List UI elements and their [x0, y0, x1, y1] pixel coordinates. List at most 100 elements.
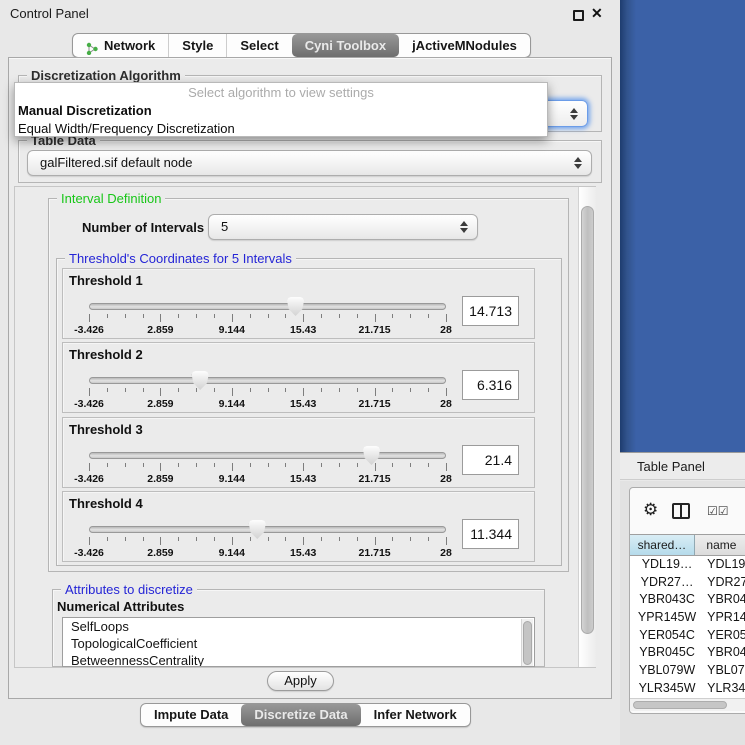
slider-tick	[392, 537, 393, 541]
column-header-shared-name[interactable]: shared…	[630, 535, 695, 555]
table-row[interactable]: YBR043CYBR043C	[630, 591, 745, 609]
slider-tick-label: 15.43	[290, 547, 316, 559]
tab-infer-network[interactable]: Infer Network	[361, 704, 470, 726]
split-columns-icon[interactable]	[672, 503, 690, 519]
slider-tick-label: 2.859	[147, 473, 173, 485]
table-cell[interactable]: YBL079W	[704, 662, 745, 680]
slider-tick	[196, 537, 197, 541]
tab-network[interactable]: Network	[73, 34, 168, 57]
threshold-panel: Threshold 3 -3.4262.8599.14415.4321.7152…	[62, 417, 535, 488]
table-rows: YDL19…YDL19YDR27…YDR27YBR043CYBR043CYPR1…	[630, 556, 745, 698]
table-row[interactable]: YBL079WYBL079W	[630, 662, 745, 680]
table-cell[interactable]: YLR345W	[630, 680, 704, 698]
threshold-value-field[interactable]: 21.4	[462, 445, 519, 475]
table-cell[interactable]: YDL19	[704, 556, 745, 574]
slider-tick	[285, 388, 286, 392]
slider-tick	[89, 314, 90, 322]
threshold-value-field[interactable]: 11.344	[462, 519, 519, 549]
group-title: Threshold's Coordinates for 5 Intervals	[65, 251, 296, 266]
table-header-row: shared… name	[630, 534, 745, 556]
threshold-label: Threshold 3	[69, 422, 143, 437]
tab-style[interactable]: Style	[168, 34, 226, 57]
scrollbar-thumb[interactable]	[581, 206, 594, 634]
threshold-slider[interactable]: -3.4262.8599.14415.4321.71528	[89, 297, 446, 337]
tab-label: jActiveMNodules	[412, 34, 517, 57]
network-icon	[86, 39, 99, 52]
slider-tick	[446, 314, 447, 322]
slider-tick	[125, 537, 126, 541]
slider-tick-label: 28	[440, 324, 452, 336]
list-scrollbar[interactable]	[521, 619, 533, 667]
scrollbar-thumb[interactable]	[633, 701, 727, 709]
combo-arrows-icon	[574, 157, 582, 169]
slider-track[interactable]	[89, 452, 446, 459]
table-row[interactable]: YPR145WYPR145W	[630, 609, 745, 627]
tab-impute-data[interactable]: Impute Data	[141, 704, 241, 726]
combo-value: 5	[221, 215, 228, 239]
slider-track[interactable]	[89, 377, 446, 384]
slider-tick	[232, 463, 233, 471]
gear-icon[interactable]: ⚙	[643, 501, 658, 518]
threshold-slider[interactable]: -3.4262.8599.14415.4321.71528	[89, 520, 446, 560]
slider-tick	[303, 463, 304, 471]
dropdown-header: Select algorithm to view settings	[15, 83, 547, 102]
control-panel: Control Panel ✕ Network Style Select Cyn…	[0, 0, 620, 745]
slider-tick-labels: -3.4262.8599.14415.4321.71528	[89, 547, 446, 559]
table-row[interactable]: YLR345WYLR345W	[630, 680, 745, 698]
table-row[interactable]: YBR045CYBR045C	[630, 644, 745, 662]
slider-tick-label: 2.859	[147, 547, 173, 559]
combo-arrows-icon	[570, 108, 578, 120]
table-cell[interactable]: YDL19…	[630, 556, 704, 574]
list-item[interactable]: TopologicalCoefficient	[63, 635, 534, 652]
dropdown-option-equal-width-frequency[interactable]: Equal Width/Frequency Discretization	[15, 120, 547, 138]
tab-discretize-data[interactable]: Discretize Data	[241, 704, 360, 726]
slider-tick	[321, 314, 322, 318]
numerical-attributes-list[interactable]: SelfLoopsTopologicalCoefficientBetweenne…	[62, 617, 535, 667]
tab-select[interactable]: Select	[226, 34, 291, 57]
table-cell[interactable]: YPR145W	[630, 609, 704, 627]
threshold-value-field[interactable]: 6.316	[462, 370, 519, 400]
table-cell[interactable]: YDR27…	[630, 574, 704, 592]
table-cell[interactable]: YBR043C	[630, 591, 704, 609]
table-cell[interactable]: YBR045C	[704, 644, 745, 662]
slider-tick-labels: -3.4262.8599.14415.4321.71528	[89, 473, 446, 485]
table-cell[interactable]: YER054C	[630, 627, 704, 645]
table-row[interactable]: YDR27…YDR27	[630, 574, 745, 592]
threshold-slider[interactable]: -3.4262.8599.14415.4321.71528	[89, 446, 446, 486]
slider-tick-label: 2.859	[147, 398, 173, 410]
table-cell[interactable]: YBR043C	[704, 591, 745, 609]
table-row[interactable]: YER054CYER054C	[630, 627, 745, 645]
tab-cyni-toolbox[interactable]: Cyni Toolbox	[292, 34, 399, 57]
float-window-icon[interactable]	[573, 10, 584, 21]
threshold-slider[interactable]: -3.4262.8599.14415.4321.71528	[89, 371, 446, 411]
slider-tick	[89, 463, 90, 471]
numerical-attributes-label: Numerical Attributes	[57, 599, 184, 614]
slider-tick	[339, 388, 340, 392]
table-data-combobox[interactable]: galFiltered.sif default node	[27, 150, 592, 176]
list-item[interactable]: SelfLoops	[63, 618, 534, 635]
checkboxes-icon[interactable]: ☑☑	[707, 504, 729, 518]
cyni-mode-tabbar: Impute Data Discretize Data Infer Networ…	[140, 703, 471, 727]
table-cell[interactable]: YBL079W	[630, 662, 704, 680]
table-cell[interactable]: YPR145W	[704, 609, 745, 627]
scrollbar-thumb[interactable]	[523, 621, 532, 665]
table-row[interactable]: YDL19…YDL19	[630, 556, 745, 574]
table-cell[interactable]: YER054C	[704, 627, 745, 645]
vertical-scrollbar[interactable]	[578, 187, 596, 667]
dropdown-option-manual-discretization[interactable]: Manual Discretization	[15, 102, 547, 120]
slider-track[interactable]	[89, 303, 446, 310]
threshold-value-field[interactable]: 14.713	[462, 296, 519, 326]
table-cell[interactable]: YDR27	[704, 574, 745, 592]
combo-value: galFiltered.sif default node	[40, 151, 192, 175]
slider-tick	[214, 314, 215, 318]
tab-jactivemnodules[interactable]: jActiveMNodules	[399, 34, 530, 57]
slider-track[interactable]	[89, 526, 446, 533]
close-icon[interactable]: ✕	[591, 5, 603, 22]
table-cell[interactable]: YLR345W	[704, 680, 745, 698]
table-cell[interactable]: YBR045C	[630, 644, 704, 662]
number-of-intervals-spinner[interactable]: 5	[208, 214, 478, 240]
column-header-name[interactable]: name	[695, 535, 745, 555]
apply-button[interactable]: Apply	[267, 671, 334, 691]
horizontal-scrollbar[interactable]	[630, 698, 745, 711]
list-item[interactable]: BetweennessCentrality	[63, 652, 534, 667]
